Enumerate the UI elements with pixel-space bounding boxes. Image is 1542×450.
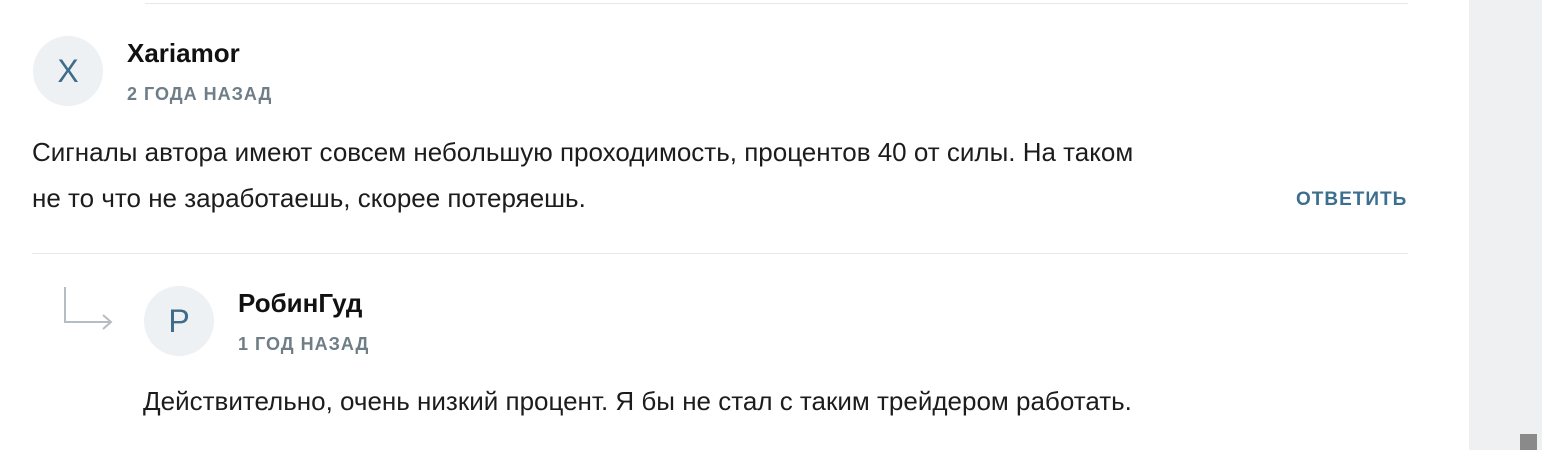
avatar: X bbox=[33, 36, 103, 106]
comment-divider bbox=[145, 3, 1408, 4]
reply-arrow-icon bbox=[64, 287, 113, 330]
comment-timestamp: 1 ГОД НАЗАД bbox=[238, 334, 370, 354]
comment-timestamp: 2 ГОДА НАЗАД bbox=[127, 84, 273, 104]
comment-author[interactable]: РобинГуд bbox=[238, 288, 362, 319]
comment-text-line: Сигналы автора имеют совсем небольшую пр… bbox=[32, 137, 1134, 167]
comment-divider bbox=[32, 253, 1408, 254]
reply-button[interactable]: ОТВЕТИТЬ bbox=[1296, 189, 1407, 211]
comment-author[interactable]: Xariamor bbox=[127, 38, 240, 69]
comment-text: Действительно, очень низкий процент. Я б… bbox=[143, 386, 1132, 416]
scrollbar-thumb[interactable] bbox=[1520, 434, 1537, 450]
avatar: Р bbox=[144, 286, 214, 356]
scrollbar[interactable] bbox=[1515, 0, 1542, 450]
comment-text-line: не то что не заработаешь, скорее потеряе… bbox=[32, 183, 586, 213]
